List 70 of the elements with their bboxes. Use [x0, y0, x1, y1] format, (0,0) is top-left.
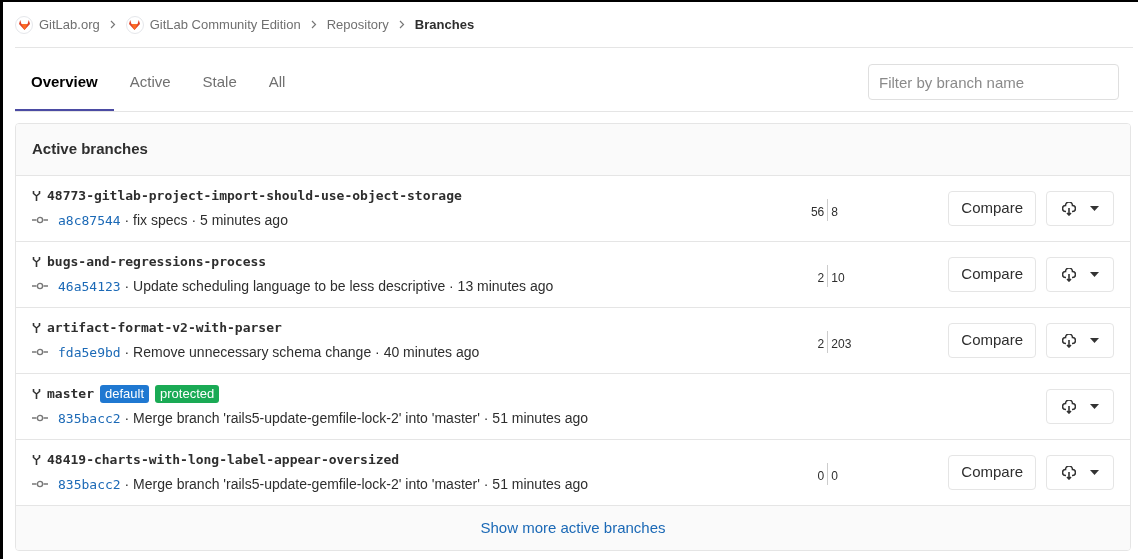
branch-icon: [32, 190, 41, 202]
commit-icon: [32, 414, 48, 423]
commit-sha-link[interactable]: a8c87544: [58, 210, 121, 230]
behind-count: 56: [810, 203, 825, 221]
gitlab-logo-icon: [15, 15, 33, 34]
download-dropdown-button[interactable]: [1046, 323, 1114, 358]
compare-button[interactable]: Compare: [948, 323, 1036, 358]
breadcrumb-link[interactable]: GitLab.org: [39, 14, 100, 35]
download-icon: [1061, 333, 1076, 348]
branch-icon: [32, 256, 41, 268]
breadcrumb-link[interactable]: Branches: [414, 14, 475, 35]
download-icon: [1061, 465, 1076, 480]
panel-title: Active branches: [32, 139, 148, 160]
gitlab-logo-icon: [125, 15, 144, 34]
caret-down-icon: [1089, 206, 1099, 211]
commit-sha-link[interactable]: 835bacc2: [58, 408, 121, 428]
branch-name[interactable]: 48419-charts-with-long-label-appear-oversized: [47, 450, 400, 470]
commit-message: · Update scheduling language to be less descriptive · 13 minutes ago: [123, 276, 554, 296]
tab[interactable]: Overview: [15, 47, 114, 111]
download-icon: [1061, 201, 1076, 216]
show-more-link[interactable]: Show more active branches: [480, 516, 666, 540]
behind-count: 2: [817, 335, 825, 353]
commit-message: · Merge branch 'rails5-update-gemfile-lock-2' into 'master' · 51 minutes ago: [123, 474, 589, 494]
branch-badge: protected: [155, 385, 220, 403]
breadcrumb-link[interactable]: GitLab Community Edition: [149, 14, 301, 35]
branch-badge: default: [99, 385, 149, 403]
download-dropdown-button[interactable]: [1046, 191, 1114, 226]
commit-sha-link[interactable]: 835bacc2: [58, 474, 121, 494]
ahead-count: 203: [831, 335, 852, 353]
commit-message: · fix specs · 5 minutes ago: [123, 210, 288, 230]
commit-icon: [32, 282, 48, 291]
tab[interactable]: All: [252, 47, 302, 111]
compare-button[interactable]: Compare: [948, 257, 1036, 292]
download-icon: [1061, 399, 1076, 414]
branch-name[interactable]: 48773-gitlab-project-import-should-use-object-storage: [47, 186, 462, 206]
download-dropdown-button[interactable]: [1046, 389, 1114, 424]
behind-count: 2: [817, 269, 825, 287]
ahead-count: 8: [831, 203, 838, 221]
download-dropdown-button[interactable]: [1046, 257, 1114, 292]
download-icon: [1061, 267, 1076, 282]
commit-message: · Merge branch 'rails5-update-gemfile-lock-2' into 'master' · 51 minutes ago: [123, 408, 589, 428]
commit-icon: [32, 216, 48, 225]
caret-down-icon: [1089, 404, 1099, 409]
commit-icon: [32, 348, 48, 357]
branch-icon: [32, 388, 41, 400]
caret-down-icon: [1089, 338, 1099, 343]
commit-sha-link[interactable]: 46a54123: [58, 276, 121, 296]
compare-button[interactable]: Compare: [948, 191, 1036, 226]
chevron-right-icon: [109, 20, 116, 29]
filter-field[interactable]: Filter by branch name: [868, 64, 1119, 100]
tab[interactable]: Stale: [186, 47, 253, 111]
branch-name[interactable]: master: [47, 384, 94, 404]
chevron-right-icon: [310, 20, 317, 29]
branch-name[interactable]: artifact-format-v2-with-parser: [47, 318, 282, 338]
ahead-count: 10: [831, 269, 845, 287]
commit-message: · Remove unnecessary schema change · 40 minutes ago: [123, 342, 480, 362]
behind-count: 0: [817, 467, 825, 485]
ahead-count: 0: [831, 467, 838, 485]
commit-sha-link[interactable]: fda5e9bd: [58, 342, 121, 362]
compare-button[interactable]: Compare: [948, 455, 1036, 490]
chevron-right-icon: [398, 20, 405, 29]
caret-down-icon: [1089, 470, 1099, 475]
tab[interactable]: Active: [113, 47, 187, 111]
commit-icon: [32, 480, 48, 489]
branch-icon: [32, 454, 41, 466]
branch-name[interactable]: bugs-and-regressions-process: [47, 252, 267, 272]
breadcrumb-link[interactable]: Repository: [326, 14, 389, 35]
caret-down-icon: [1089, 272, 1099, 277]
branch-icon: [32, 322, 41, 334]
download-dropdown-button[interactable]: [1046, 455, 1114, 490]
